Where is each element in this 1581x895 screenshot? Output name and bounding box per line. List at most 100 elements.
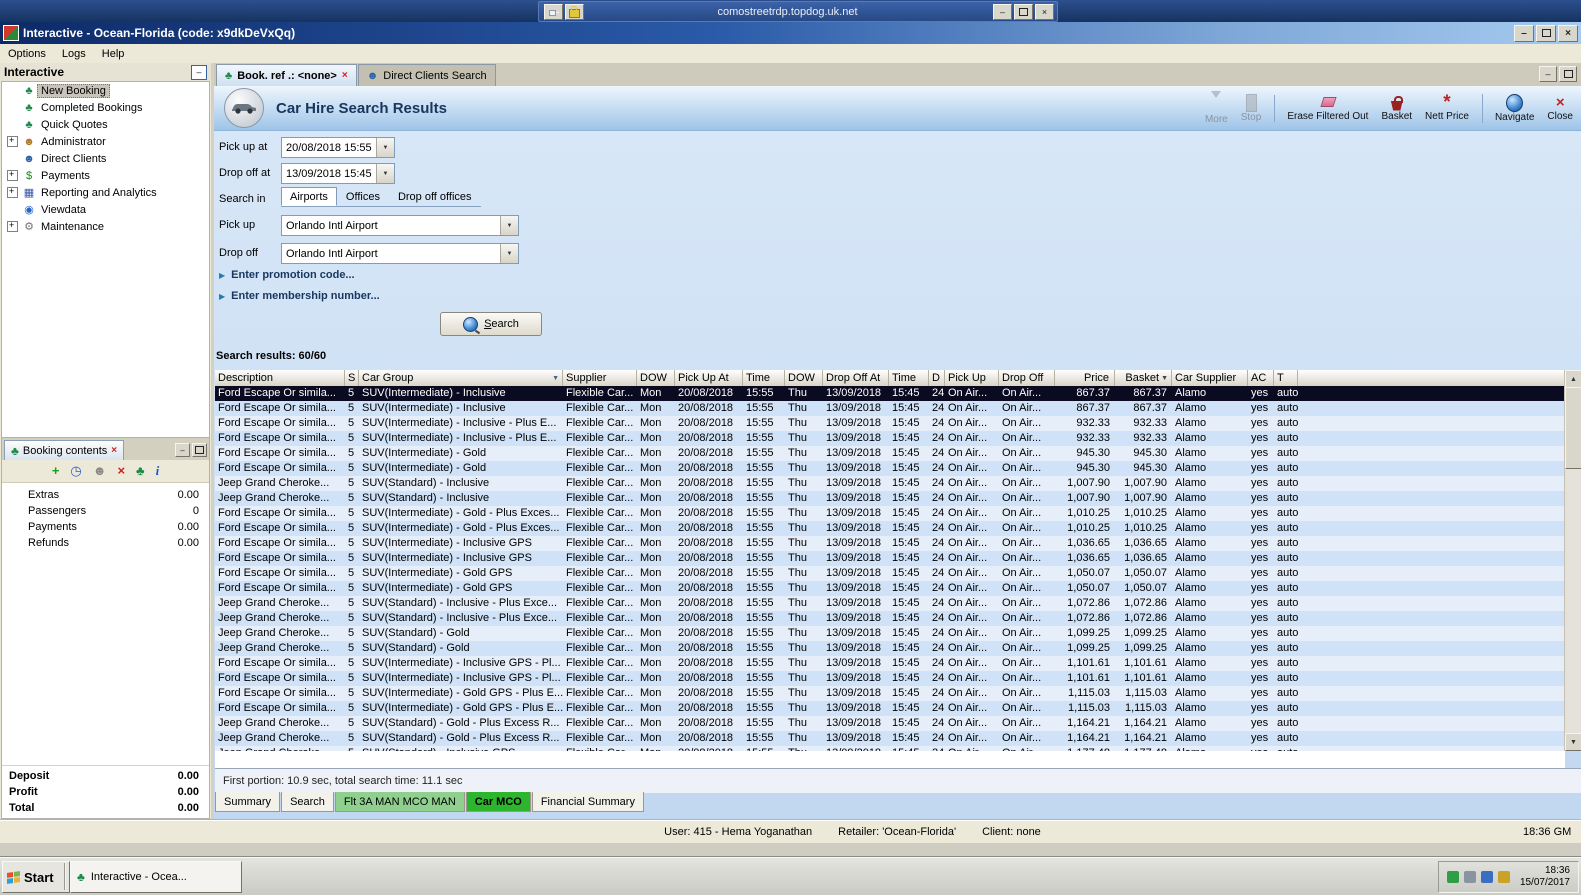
table-row[interactable]: Ford Escape Or simila... 5 SUV(Intermedi… [215,461,1565,476]
column-header[interactable]: T [1274,370,1298,386]
bottom-tab[interactable]: Search [281,792,334,812]
taskbar-app-button[interactable]: ♣ Interactive - Ocea... [70,861,242,893]
tray-updates-icon[interactable] [1497,871,1510,883]
table-row[interactable]: Jeep Grand Cheroke... 5 SUV(Standard) - … [215,731,1565,746]
list-item[interactable]: Extras 0.00 [2,487,209,503]
column-header[interactable]: Description [215,370,345,386]
toolbar-button[interactable]: Erase Filtered Out [1274,94,1368,122]
table-row[interactable]: Ford Escape Or simila... 5 SUV(Intermedi… [215,536,1565,551]
tree-item[interactable]: ♣ Quick Quotes [2,116,209,133]
close-tab-icon[interactable]: × [342,70,348,81]
bottom-tab[interactable]: Summary [215,792,281,812]
sort-icon[interactable]: ▼ [1161,375,1168,382]
list-item[interactable]: Refunds 0.00 [2,535,209,551]
table-row[interactable]: Ford Escape Or simila... 5 SUV(Intermedi… [215,701,1565,716]
list-item[interactable]: Payments 0.00 [2,519,209,535]
column-header[interactable]: Drop Off At [823,370,889,386]
panel-float-icon[interactable] [192,443,207,457]
clock-icon[interactable]: ◷ [70,464,81,478]
column-header[interactable]: Price [1055,370,1115,386]
chevron-down-icon[interactable]: ▼ [500,244,518,263]
table-row[interactable]: Ford Escape Or simila... 5 SUV(Intermedi… [215,401,1565,416]
tree-item[interactable]: ☻ Administrator [2,133,209,150]
pickup-at-combo[interactable]: 20/08/2018 15:55 ▼ [281,137,395,158]
column-header[interactable]: Car Supplier [1172,370,1248,386]
column-header[interactable]: D [929,370,945,386]
toolbar-button[interactable]: Stop [1241,93,1261,123]
table-row[interactable]: Ford Escape Or simila... 5 SUV(Intermedi… [215,686,1565,701]
palm-tree-icon[interactable]: ♣ [136,464,145,478]
tray-antivirus-icon[interactable] [1446,871,1459,883]
table-row[interactable]: Ford Escape Or simila... 5 SUV(Intermedi… [215,386,1565,401]
rdp-pin-button[interactable] [544,3,563,20]
tree-item[interactable]: ◉ Viewdata [2,201,209,218]
column-header[interactable]: Time [889,370,929,386]
table-row[interactable]: Jeep Grand Cheroke... 5 SUV(Standard) - … [215,716,1565,731]
panel-minimize-icon[interactable]: – [175,443,190,457]
dropoff-at-combo[interactable]: 13/09/2018 15:45 ▼ [281,163,395,184]
chevron-down-icon[interactable]: ▼ [376,138,394,157]
table-row[interactable]: Ford Escape Or simila... 5 SUV(Intermedi… [215,431,1565,446]
search-in-tab[interactable]: Airports [281,187,337,206]
expander-plus-icon[interactable] [7,169,18,181]
info-icon[interactable]: i [156,464,160,478]
user-edit-icon[interactable]: ☻ [93,464,107,478]
tray-network-icon[interactable] [1480,871,1493,883]
delete-icon[interactable]: × [117,464,125,478]
window-minimize-button[interactable]: – [1514,24,1534,42]
column-header[interactable]: Basket ▼ [1115,370,1172,386]
column-header[interactable]: DOW [637,370,675,386]
tree-item[interactable]: ☻ Direct Clients [2,150,209,167]
document-tab[interactable]: ♣ Book. ref .: <none> × [216,64,357,86]
table-row[interactable]: Ford Escape Or simila... 5 SUV(Intermedi… [215,506,1565,521]
toolbar-button[interactable]: Basket [1381,95,1412,122]
expander-plus-icon[interactable] [7,220,18,232]
mdi-restore-button[interactable] [1559,66,1577,82]
tree-item[interactable]: $ Payments [2,167,209,184]
table-row[interactable]: Ford Escape Or simila... 5 SUV(Intermedi… [215,671,1565,686]
scroll-down-icon[interactable]: ▼ [1565,733,1581,751]
table-row[interactable]: Ford Escape Or simila... 5 SUV(Intermedi… [215,416,1565,431]
collapse-panel-icon[interactable]: – [191,64,207,80]
scrollbar-thumb[interactable] [1565,387,1581,469]
pickup-location-combo[interactable]: Orlando Intl Airport ▼ [281,215,519,236]
table-row[interactable]: Ford Escape Or simila... 5 SUV(Intermedi… [215,521,1565,536]
toolbar-button[interactable]: * Nett Price [1425,93,1469,122]
table-row[interactable]: Ford Escape Or simila... 5 SUV(Intermedi… [215,581,1565,596]
add-icon[interactable]: + [52,464,60,478]
chevron-down-icon[interactable]: ▼ [500,216,518,235]
membership-number-toggle[interactable]: ▶ Enter membership number... [219,290,380,302]
menu-item[interactable]: Help [94,46,133,62]
table-row[interactable]: Jeep Grand Cheroke... 5 SUV(Standard) - … [215,491,1565,506]
toolbar-button[interactable]: Navigate [1481,93,1534,123]
column-header[interactable]: Car Group ▼ [359,370,563,386]
tree-item[interactable]: ♣ New Booking [2,82,209,99]
scroll-up-icon[interactable]: ▲ [1565,370,1581,388]
toolbar-button[interactable]: More [1205,91,1228,125]
start-button[interactable]: Start [2,861,70,893]
table-row[interactable]: Jeep Grand Cheroke... 5 SUV(Standard) - … [215,476,1565,491]
bottom-tab[interactable]: Flt 3A MAN MCO MAN [334,792,465,812]
vertical-scrollbar[interactable]: ▲ ▼ [1564,370,1581,751]
column-header[interactable]: AC [1248,370,1274,386]
filter-icon[interactable]: ▼ [552,375,559,382]
column-header[interactable]: Pick Up [945,370,999,386]
toolbar-button[interactable]: × Close [1547,95,1573,122]
table-row[interactable]: Jeep Grand Cheroke... 5 SUV(Standard) - … [215,596,1565,611]
document-tab[interactable]: ☻ Direct Clients Search × [357,64,496,86]
table-row[interactable]: Ford Escape Or simila... 5 SUV(Intermedi… [215,566,1565,581]
search-in-tab[interactable]: Drop off offices [389,187,481,206]
table-row[interactable]: Ford Escape Or simila... 5 SUV(Intermedi… [215,446,1565,461]
promotion-code-toggle[interactable]: ▶ Enter promotion code... [219,269,355,281]
dropoff-location-combo[interactable]: Orlando Intl Airport ▼ [281,243,519,264]
bottom-tab[interactable]: Car MCO [465,792,531,812]
expander-plus-icon[interactable] [7,186,18,198]
menu-item[interactable]: Options [0,46,54,62]
bottom-tab[interactable]: Financial Summary [531,792,644,812]
column-header[interactable]: Time [743,370,785,386]
table-row[interactable]: Ford Escape Or simila... 5 SUV(Intermedi… [215,551,1565,566]
chevron-down-icon[interactable]: ▼ [376,164,394,183]
menu-item[interactable]: Logs [54,46,94,62]
expander-plus-icon[interactable] [7,135,18,147]
column-header[interactable]: DOW [785,370,823,386]
